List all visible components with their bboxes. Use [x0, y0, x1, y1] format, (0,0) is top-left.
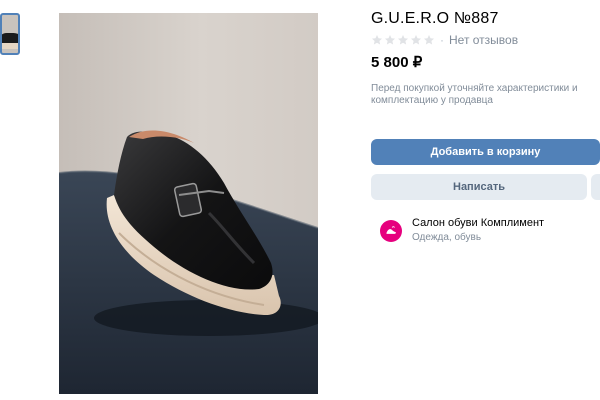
reviews-link[interactable]: Нет отзывов	[449, 33, 518, 47]
product-page: G.U.E.R.O №887 · Нет отзывов 5 800 ₽ Пер…	[0, 0, 600, 400]
seller-card[interactable]: Салон обуви Комплимент Одежда, обувь	[380, 217, 544, 244]
product-title: G.U.E.R.O №887	[371, 10, 499, 27]
seller-category: Одежда, обувь	[412, 232, 482, 243]
product-gallery	[0, 0, 356, 400]
star-icon	[424, 35, 434, 45]
product-photo[interactable]	[59, 13, 318, 394]
seller-info: Салон обуви Комплимент Одежда, обувь	[412, 217, 544, 244]
thumbnail-sole-shape	[2, 43, 18, 49]
seller-note: Перед покупкой уточняйте характеристики …	[371, 83, 578, 106]
star-icon	[385, 35, 395, 45]
rating-row: · Нет отзывов	[371, 32, 518, 48]
add-to-cart-button[interactable]: Добавить в корзину	[371, 139, 600, 165]
rating-separator: ·	[440, 33, 444, 47]
seller-name: Салон обуви Комплимент	[412, 217, 545, 229]
shoe-logo-icon	[386, 225, 396, 234]
star-icon	[411, 35, 421, 45]
product-info-panel: G.U.E.R.O №887 · Нет отзывов 5 800 ₽ Пер…	[356, 0, 600, 400]
seller-avatar	[380, 219, 402, 242]
star-icon	[398, 35, 408, 45]
shoe-photo-illustration	[59, 13, 318, 394]
gallery-thumbnail[interactable]	[0, 13, 20, 55]
product-price: 5 800 ₽	[371, 54, 423, 71]
thumbnail-strip	[0, 13, 22, 55]
more-button[interactable]	[591, 174, 600, 200]
write-button[interactable]: Написать	[371, 174, 587, 200]
star-icon	[372, 35, 382, 45]
